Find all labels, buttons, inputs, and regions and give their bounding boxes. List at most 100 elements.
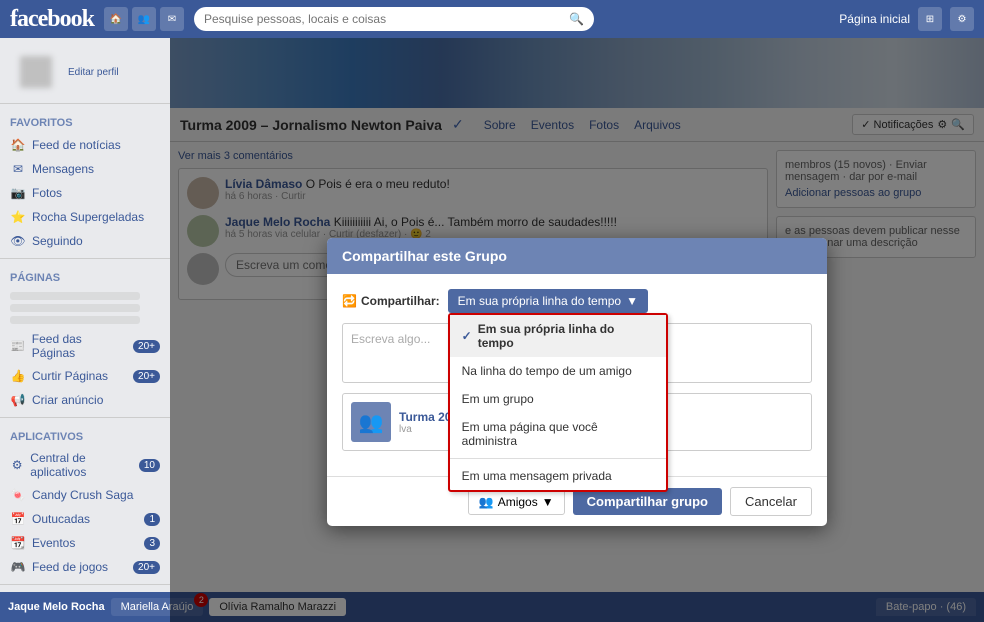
left-sidebar: Editar perfil FAVORITOS 🏠 Feed de notíci… <box>0 38 170 622</box>
curtir-icon: 👍 <box>10 368 26 384</box>
outucadas-badge: 1 <box>144 513 160 526</box>
main-layout: Editar perfil FAVORITOS 🏠 Feed de notíci… <box>0 38 984 622</box>
sidebar-item-central-apps[interactable]: ⚙ Central de aplicativos 10 <box>0 447 170 483</box>
grid-icon[interactable]: ⊞ <box>918 7 942 31</box>
aplicativos-title: APLICATIVOS <box>0 423 170 447</box>
sidebar-item-label: Fotos <box>32 186 62 200</box>
sidebar-item-label: Central de aplicativos <box>30 451 133 479</box>
sidebar-item-curtir[interactable]: 👍 Curtir Páginas 20+ <box>0 364 170 388</box>
dropdown-item-1[interactable]: Na linha do tempo de um amigo <box>450 357 666 385</box>
dropdown-label-3: Em uma página que você administra <box>462 420 654 448</box>
favoritos-title: FAVORITOS <box>0 109 170 133</box>
messages-sidebar-icon: ✉ <box>10 161 26 177</box>
sidebar-item-messages[interactable]: ✉ Mensagens <box>0 157 170 181</box>
share-group-button[interactable]: Compartilhar grupo <box>573 488 722 515</box>
curtir-badge: 20+ <box>133 370 160 383</box>
modal-header: Compartilhar este Grupo <box>327 238 827 274</box>
star-icon: ⭐ <box>10 209 26 225</box>
eventos-badge: 3 <box>144 537 160 550</box>
sidebar-item-criar-anuncio[interactable]: 📢 Criar anúncio <box>0 388 170 412</box>
search-icon: 🔍 <box>569 12 584 26</box>
share-dropdown: Em sua própria linha do tempo ▼ ✓ Em sua… <box>448 289 648 313</box>
facebook-logo: facebook <box>10 6 94 33</box>
photos-icon: 📷 <box>10 185 26 201</box>
search-input[interactable] <box>204 12 564 26</box>
sidebar-item-label: Candy Crush Saga <box>32 488 133 502</box>
eventos-icon: 📆 <box>10 535 26 551</box>
feed-icon: 🏠 <box>10 137 26 153</box>
dropdown-item-0[interactable]: ✓ Em sua própria linha do tempo <box>450 315 666 357</box>
dropdown-divider <box>450 458 666 459</box>
sidebar-item-label: Eventos <box>32 536 75 550</box>
sidebar-item-outucadas[interactable]: 📅 Outucadas 1 <box>0 507 170 531</box>
share-modal: Compartilhar este Grupo 🔁 Compartilhar: … <box>327 238 827 526</box>
write-placeholder: Escreva algo... <box>351 332 430 346</box>
dropdown-item-2[interactable]: Em um grupo <box>450 385 666 413</box>
share-dropdown-menu: ✓ Em sua própria linha do tempo Na linha… <box>448 313 668 492</box>
paginas-title: PÁGINAS <box>0 264 170 288</box>
share-icon: 🔁 <box>342 294 357 308</box>
games-icon: 🎮 <box>10 559 26 575</box>
sidebar-item-label: Rocha Supergeladas <box>32 210 144 224</box>
home-icon[interactable]: 🏠 <box>104 7 128 31</box>
sidebar-item-feed[interactable]: 🏠 Feed de notícias <box>0 133 170 157</box>
blurred-page1 <box>10 292 140 300</box>
settings-icon[interactable]: ⚙ <box>950 7 974 31</box>
sidebar-item-label: Feed das Páginas <box>32 332 127 360</box>
cancel-button[interactable]: Cancelar <box>730 487 812 516</box>
apps-icon: ⚙ <box>10 457 24 473</box>
candy-icon: 🍬 <box>10 487 26 503</box>
share-row: 🔁 Compartilhar: Em sua própria linha do … <box>342 289 812 313</box>
edit-profile-link[interactable]: Editar perfil <box>68 67 119 78</box>
feed-paginas-badge: 20+ <box>133 340 160 353</box>
sidebar-item-rocha[interactable]: ⭐ Rocha Supergeladas <box>0 205 170 229</box>
messages-icon[interactable]: ✉ <box>160 7 184 31</box>
outucadas-icon: 📅 <box>10 511 26 527</box>
share-dropdown-button[interactable]: Em sua própria linha do tempo ▼ <box>448 289 648 313</box>
blurred-page2 <box>10 304 140 312</box>
divider4 <box>0 584 170 585</box>
divider <box>0 103 170 104</box>
top-navigation: facebook 🏠 👥 ✉ 🔍 Página inicial ⊞ ⚙ <box>0 0 984 38</box>
sidebar-item-feed-jogos[interactable]: 🎮 Feed de jogos 20+ <box>0 555 170 579</box>
blurred-page3 <box>10 316 140 324</box>
sidebar-item-seguindo[interactable]: 👁 Seguindo <box>0 229 170 253</box>
divider2 <box>0 258 170 259</box>
sidebar-item-label: Mensagens <box>32 162 94 176</box>
feed-paginas-icon: 📰 <box>10 338 26 354</box>
nav-right: Página inicial ⊞ ⚙ <box>839 7 974 31</box>
sidebar-item-label: Curtir Páginas <box>32 369 108 383</box>
dropdown-item-3[interactable]: Em uma página que você administra <box>450 413 666 455</box>
search-bar: 🔍 <box>194 7 594 31</box>
modal-body: 🔁 Compartilhar: Em sua própria linha do … <box>327 274 827 476</box>
sidebar-item-label: Outucadas <box>32 512 90 526</box>
ad-icon: 📢 <box>10 392 26 408</box>
apps-badge: 10 <box>139 459 160 472</box>
sidebar-item-label: Criar anúncio <box>32 393 103 407</box>
divider3 <box>0 417 170 418</box>
modal-title: Compartilhar este Grupo <box>342 248 507 264</box>
dropdown-selected-label: Em sua própria linha do tempo <box>458 294 621 308</box>
eye-icon: 👁 <box>10 233 26 249</box>
dropdown-label-2: Em um grupo <box>462 392 534 406</box>
dropdown-item-4[interactable]: Em uma mensagem privada <box>450 462 666 490</box>
profile-section: Editar perfil <box>0 46 170 98</box>
sidebar-item-photos[interactable]: 📷 Fotos <box>0 181 170 205</box>
nav-icons-left: 🏠 👥 ✉ <box>104 7 184 31</box>
sidebar-item-candy[interactable]: 🍬 Candy Crush Saga <box>0 483 170 507</box>
friends-icon: 👥 <box>479 495 494 509</box>
friends-icon[interactable]: 👥 <box>132 7 156 31</box>
chevron-down-icon: ▼ <box>626 294 638 308</box>
sidebar-item-eventos[interactable]: 📆 Eventos 3 <box>0 531 170 555</box>
games-badge: 20+ <box>133 561 160 574</box>
friends-chevron: ▼ <box>542 495 554 509</box>
home-label: Página inicial <box>839 12 910 26</box>
avatar <box>20 56 52 88</box>
sidebar-item-label: Feed de notícias <box>32 138 121 152</box>
dropdown-label-1: Na linha do tempo de um amigo <box>462 364 632 378</box>
sidebar-item-feed-paginas[interactable]: 📰 Feed das Páginas 20+ <box>0 328 170 364</box>
bottom-user1: Jaque Melo Rocha <box>8 601 105 613</box>
friends-label: Amigos <box>498 495 538 509</box>
check-icon: ✓ <box>462 329 472 343</box>
friends-button[interactable]: 👥 Amigos ▼ <box>468 489 565 515</box>
